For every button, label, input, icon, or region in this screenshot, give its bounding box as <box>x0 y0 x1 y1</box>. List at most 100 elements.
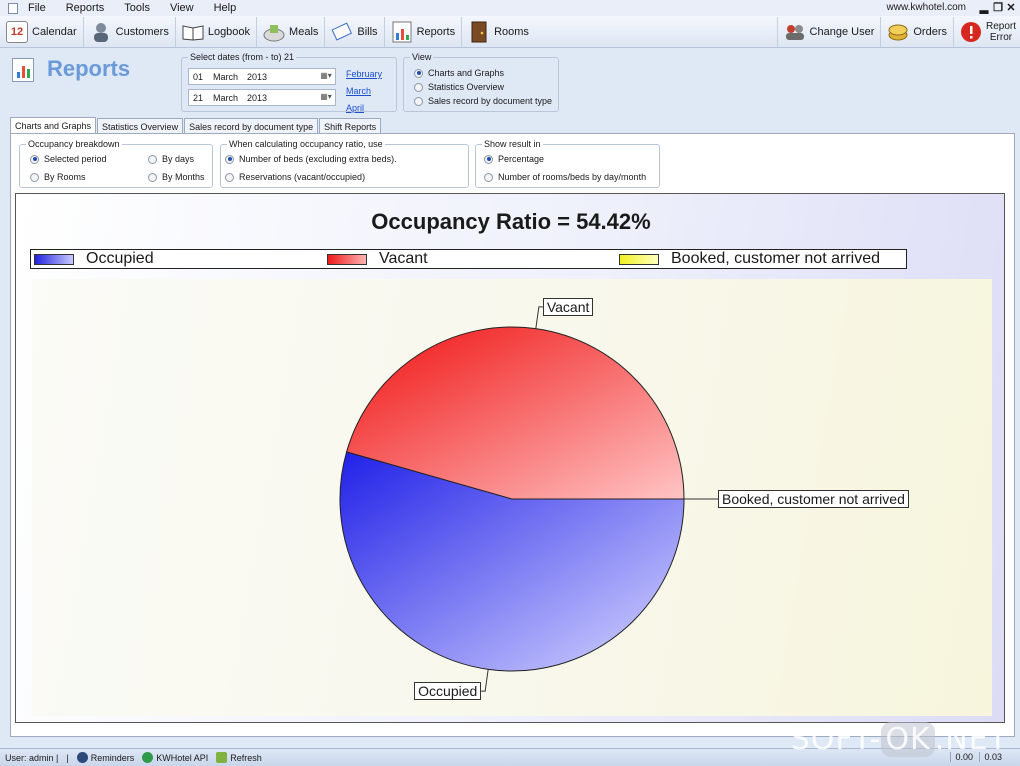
tab-shift-reports[interactable]: Shift Reports <box>319 118 382 134</box>
pie-chart <box>339 306 718 692</box>
menu-tools[interactable]: Tools <box>124 2 150 14</box>
tab-sales-record[interactable]: Sales record by document type <box>184 118 319 134</box>
radio-label: By days <box>162 154 195 164</box>
reminders-icon <box>76 752 88 763</box>
slice-label-occupied: Occupied <box>414 682 482 701</box>
date-to-picker-icon[interactable]: ▦▾ <box>319 92 333 103</box>
menu-help[interactable]: Help <box>214 2 237 14</box>
meals-label: Meals <box>289 25 319 38</box>
month-link-march[interactable]: March <box>346 86 371 96</box>
breakdown-selected-period[interactable]: Selected period <box>30 154 107 164</box>
reports-button[interactable]: Reports <box>385 16 463 47</box>
radio-icon <box>30 172 39 182</box>
leader-line <box>481 669 489 692</box>
refresh-button[interactable]: Refresh <box>216 752 262 763</box>
close-icon[interactable]: ✕ <box>1005 1 1017 14</box>
watermark-logo: SOFT- OK .NET <box>790 722 1008 757</box>
toolbar: 12 Calendar Customers Logbook Meals Bill… <box>0 16 1020 48</box>
site-url[interactable]: www.kwhotel.com <box>887 2 966 13</box>
date-range-group: Select dates (from - to) 21 01 March 201… <box>181 52 397 113</box>
radio-icon <box>30 154 39 164</box>
customers-icon <box>90 21 112 43</box>
tab-charts-and-graphs[interactable]: Charts and Graphs <box>10 117 97 134</box>
view-option-statistics[interactable]: Statistics Overview <box>414 82 504 92</box>
menu-view[interactable]: View <box>170 2 194 14</box>
radio-icon <box>484 154 493 164</box>
change-user-icon <box>784 21 806 43</box>
report-tabs: Charts and Graphs Statistics Overview Sa… <box>10 117 382 134</box>
reminders-button[interactable]: Reminders <box>76 752 134 763</box>
view-option-sales[interactable]: Sales record by document type <box>414 96 552 106</box>
month-link-april[interactable]: April <box>346 103 364 113</box>
date-from-month: March <box>213 71 239 82</box>
refresh-label: Refresh <box>230 752 262 763</box>
breakdown-by-days[interactable]: By days <box>148 154 194 164</box>
rooms-button[interactable]: Rooms <box>462 17 543 47</box>
breakdown-group: Occupancy breakdown Selected period By d… <box>19 139 213 188</box>
restore-icon[interactable]: ❐ <box>992 1 1004 14</box>
bills-label: Bills <box>357 25 378 38</box>
ratio-basis-group: When calculating occupancy ratio, use Nu… <box>220 139 469 188</box>
minimize-icon[interactable]: ▂ <box>978 1 990 14</box>
orders-button[interactable]: Orders <box>880 17 953 47</box>
radio-icon <box>148 154 157 164</box>
result-percentage[interactable]: Percentage <box>484 154 544 164</box>
ratio-reservations[interactable]: Reservations (vacant/occupied) <box>225 172 365 182</box>
logbook-label: Logbook <box>207 25 251 38</box>
rooms-label: Rooms <box>494 25 529 38</box>
view-option-charts[interactable]: Charts and Graphs <box>414 68 504 78</box>
bills-icon <box>331 21 353 43</box>
radio-icon <box>414 68 423 78</box>
meals-icon <box>263 21 285 43</box>
toolbar-right: Change User Orders Report Error <box>776 16 1020 48</box>
reports-page-icon <box>12 58 34 82</box>
calendar-icon-day: 12 <box>10 25 24 38</box>
status-separator: | <box>66 752 69 763</box>
month-link-february[interactable]: February <box>346 69 382 79</box>
bills-button[interactable]: Bills <box>325 16 385 47</box>
date-to-field[interactable]: 21 March 2013 ▦▾ <box>188 89 336 106</box>
refresh-icon <box>216 752 228 763</box>
radio-label: Number of beds (excluding extra beds). <box>239 154 397 164</box>
calendar-button[interactable]: 12 Calendar <box>0 16 84 47</box>
report-error-button[interactable]: Report Error <box>953 17 1020 47</box>
radio-icon <box>484 172 493 182</box>
date-from-field[interactable]: 01 March 2013 ▦▾ <box>188 68 336 85</box>
date-to-month: March <box>213 92 239 103</box>
report-error-icon <box>960 21 982 43</box>
radio-label: Percentage <box>498 154 545 164</box>
meals-button[interactable]: Meals <box>257 16 326 47</box>
view-group-title: View <box>410 52 434 62</box>
orders-label: Orders <box>913 26 947 38</box>
kwhotel-api-button[interactable]: KWHotel API <box>142 752 208 763</box>
status-user: User: admin | <box>5 752 59 763</box>
tab-statistics-overview[interactable]: Statistics Overview <box>97 118 184 134</box>
menu-reports[interactable]: Reports <box>66 2 105 14</box>
date-to-day: 21 <box>193 92 204 103</box>
result-group: Show result in Percentage Number of room… <box>475 139 660 188</box>
radio-icon <box>225 154 234 164</box>
rooms-icon <box>468 21 490 43</box>
breakdown-by-rooms[interactable]: By Rooms <box>30 172 86 182</box>
ratio-number-of-beds[interactable]: Number of beds (excluding extra beds). <box>225 154 397 164</box>
radio-label: Reservations (vacant/occupied) <box>239 172 366 182</box>
logbook-button[interactable]: Logbook <box>176 16 258 47</box>
ratio-basis-title: When calculating occupancy ratio, use <box>227 139 385 149</box>
radio-label: By Rooms <box>44 172 86 182</box>
breakdown-by-months[interactable]: By Months <box>148 172 205 182</box>
report-error-label: Report Error <box>986 21 1017 43</box>
change-user-button[interactable]: Change User <box>776 17 881 47</box>
app-icon[interactable] <box>8 2 18 14</box>
kwhotel-api-label: KWHotel API <box>156 752 209 763</box>
menu-file[interactable]: File <box>28 2 46 14</box>
customers-button[interactable]: Customers <box>84 16 176 47</box>
logbook-icon <box>182 21 204 43</box>
page-title: Reports <box>47 56 131 81</box>
date-from-picker-icon[interactable]: ▦▾ <box>319 71 333 82</box>
view-option-label: Statistics Overview <box>428 82 505 92</box>
result-number-of-rooms[interactable]: Number of rooms/beds by day/month <box>484 172 646 182</box>
report-header: Reports Select dates (from - to) 21 01 M… <box>0 49 1020 116</box>
calendar-label: Calendar <box>32 25 77 38</box>
change-user-label: Change User <box>809 26 875 38</box>
leader-line <box>535 306 543 329</box>
